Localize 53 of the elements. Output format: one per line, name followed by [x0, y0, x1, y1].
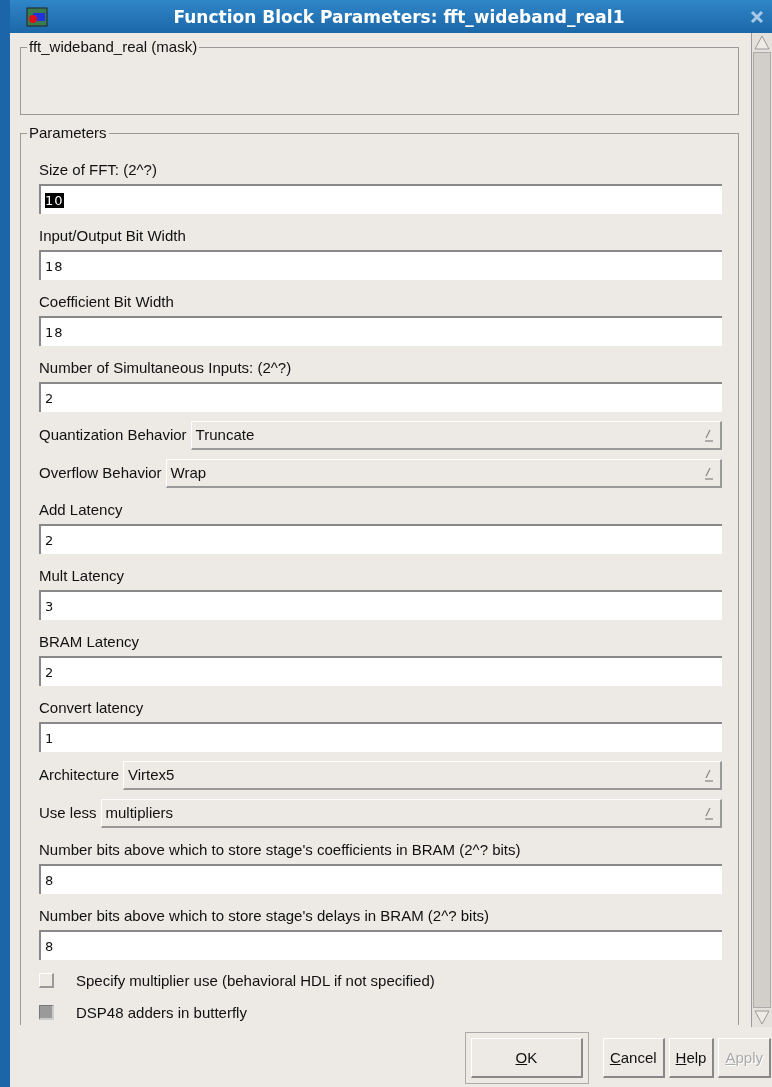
dialog-button[interactable]: Help [668, 1038, 715, 1078]
field-label: Coefficient Bit Width [39, 293, 175, 311]
checkbox-label: Specify multiplier use (behavioral HDL if not specified) [76, 971, 435, 989]
field-label: Add Latency [39, 501, 124, 519]
field-value: 18 [45, 258, 64, 274]
field-label: Overflow Behavior [39, 464, 162, 482]
field-label: Input/Output Bit Width [39, 227, 187, 245]
field-value: 8 [45, 872, 55, 888]
dialog-button[interactable]: Cancel [602, 1038, 665, 1078]
dropdown[interactable]: multipliers [100, 798, 722, 828]
dropdown-indicator-icon [704, 427, 714, 442]
input-field[interactable]: 2 [39, 382, 722, 412]
input-field[interactable]: 8 [39, 930, 722, 960]
dropdown-indicator-icon [704, 465, 714, 480]
app-icon [26, 6, 48, 27]
field-value: 2 [45, 390, 55, 406]
field-value: 2 [45, 664, 55, 680]
checkbox-label: DSP48 adders in butterfly [76, 1003, 247, 1021]
dropdown[interactable]: Wrap [165, 458, 722, 488]
field-value: 10 [45, 192, 64, 208]
scroll-thumb[interactable] [753, 52, 771, 1008]
dropdown-indicator-icon [704, 767, 714, 782]
input-field[interactable]: 8 [39, 864, 722, 894]
field-label: Number of Simultaneous Inputs: (2^?) [39, 359, 293, 377]
field-label: Quantization Behavior [39, 426, 187, 444]
field-value: 18 [45, 324, 64, 340]
input-field[interactable]: 3 [39, 590, 722, 620]
checkbox[interactable] [39, 1004, 54, 1020]
field-label: Use less [39, 804, 97, 822]
field-label: Mult Latency [39, 567, 126, 585]
scrollbar[interactable] [751, 33, 772, 1027]
field-value: 1 [45, 730, 55, 746]
dropdown[interactable]: Virtex5 [123, 760, 722, 790]
field-label: Architecture [39, 766, 120, 784]
input-field[interactable]: 18 [39, 250, 722, 280]
input-field[interactable]: 2 [39, 656, 722, 686]
group-title: fft_wideband_real (mask) [27, 38, 200, 55]
window-title: Function Block Parameters: fft_wideband_real1 [172, 6, 626, 27]
field-label: BRAM Latency [39, 633, 141, 651]
dropdown[interactable]: Truncate [190, 420, 722, 450]
input-field[interactable]: 1 [39, 722, 722, 752]
dropdown-indicator-icon [704, 805, 714, 820]
field-label: Size of FFT: (2^?) [39, 161, 158, 179]
input-field[interactable]: 10 [39, 184, 722, 214]
close-icon[interactable] [750, 9, 764, 24]
input-field[interactable]: 18 [39, 316, 722, 346]
field-label: Convert latency [39, 699, 145, 717]
field-value: 2 [45, 532, 55, 548]
field-value: 8 [45, 938, 55, 954]
field-value: 3 [45, 598, 55, 614]
field-label: Number bits above which to store stage's delays in BRAM (2^? bits) [39, 907, 491, 925]
input-field[interactable]: 2 [39, 524, 722, 554]
field-label: Number bits above which to store stage's coefficients in BRAM (2^? bits) [39, 841, 522, 859]
